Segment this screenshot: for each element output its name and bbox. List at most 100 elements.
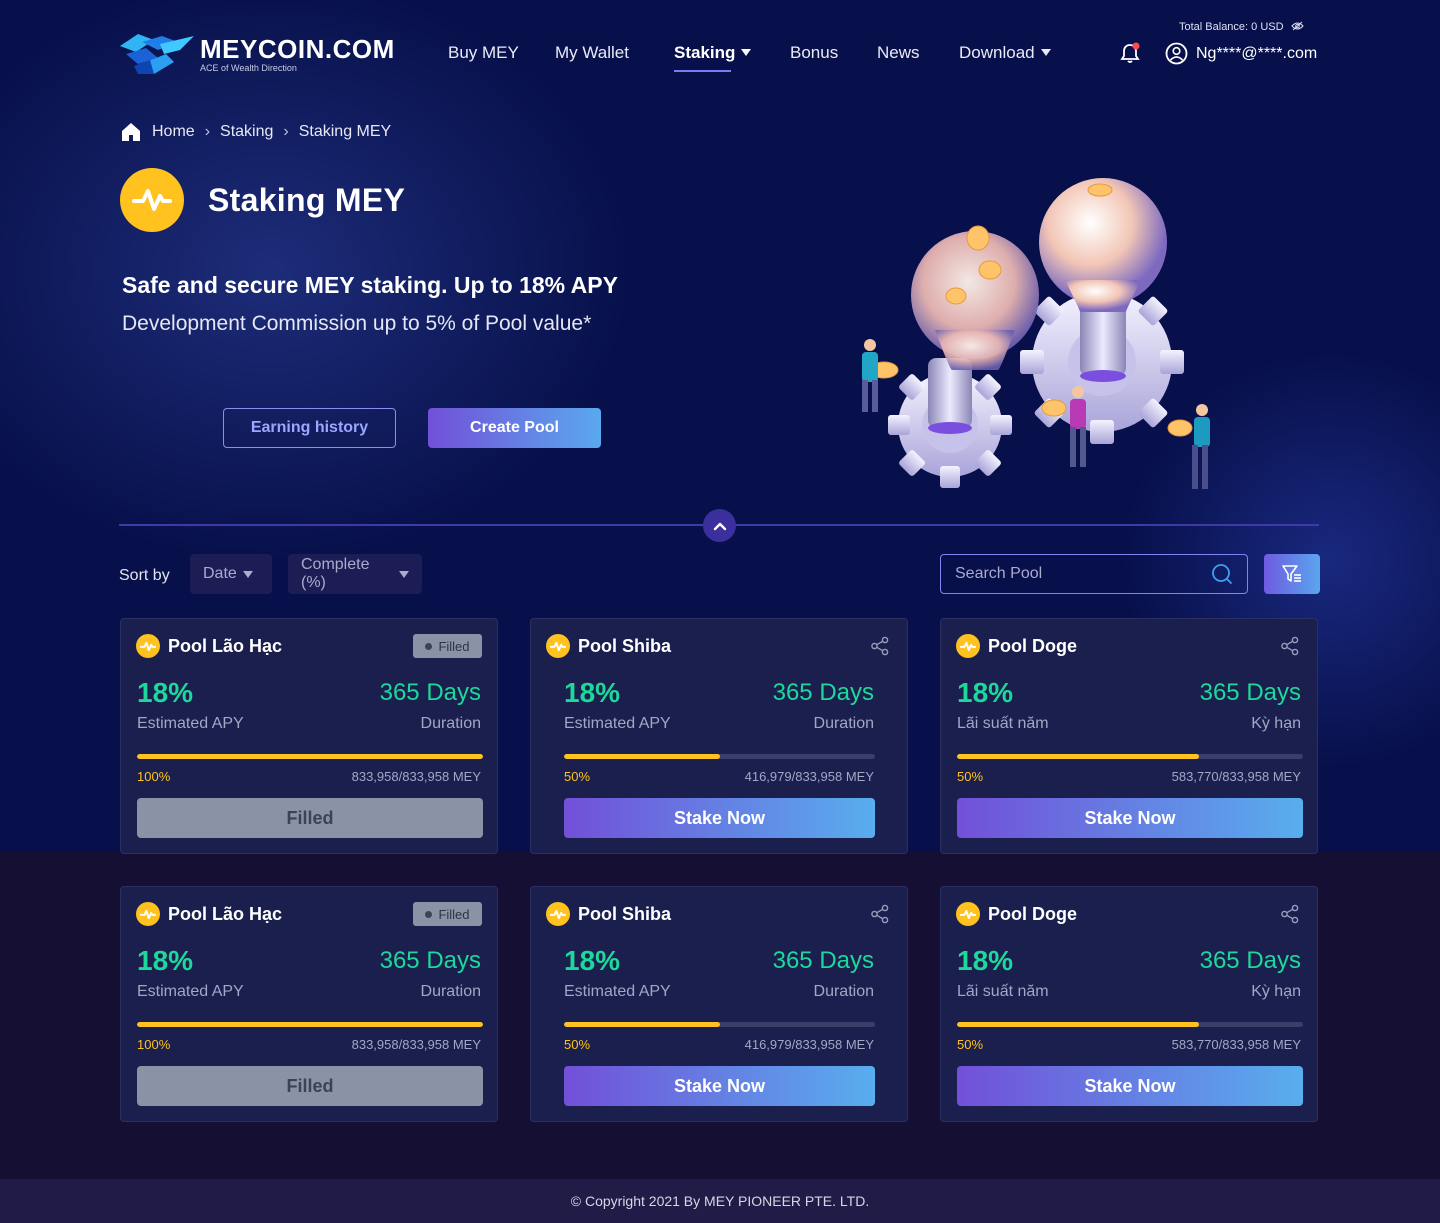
progress-bar: [957, 754, 1303, 759]
duration-label: Kỳ hạn: [1251, 983, 1301, 1000]
status-dot: [425, 910, 433, 918]
progress-bar: [564, 1022, 875, 1027]
total-balance: Total Balance: 0 USD: [1179, 21, 1304, 33]
filter-icon: [1282, 565, 1301, 582]
pool-card: Pool Doge 18% 365 Days Lãi suất năm Kỳ h…: [940, 886, 1318, 1122]
eye-off-icon[interactable]: [1290, 21, 1304, 31]
apy-label: Estimated APY: [137, 983, 244, 1000]
duration-label: Duration: [420, 983, 481, 1000]
chevron-right-icon: ›: [283, 122, 289, 140]
earning-history-button[interactable]: Earning history: [223, 408, 396, 448]
search-icon[interactable]: [1211, 563, 1233, 585]
mey-coin-icon: [136, 634, 160, 658]
progress-fill: [957, 754, 1200, 759]
duration-label: Duration: [420, 715, 481, 732]
filter-button[interactable]: [1264, 554, 1320, 594]
pool-action-button[interactable]: Stake Now: [564, 798, 875, 838]
progress-bar: [137, 754, 483, 759]
progress-percent: 100%: [137, 769, 171, 784]
apy-value: 18%: [137, 677, 194, 708]
duration-value: 365 Days: [772, 947, 874, 974]
filled-badge: Filled: [413, 902, 482, 926]
pool-name: Pool Doge: [988, 635, 1077, 656]
duration-value: 365 Days: [772, 679, 874, 706]
mey-coin-icon: [956, 634, 980, 658]
progress-bar: [137, 1022, 483, 1027]
duration-label: Duration: [813, 715, 874, 732]
bell-icon[interactable]: [1119, 42, 1141, 64]
brand-logo[interactable]: MEYCOIN.COM ACE of Wealth Direction: [120, 32, 395, 76]
pool-action-button[interactable]: Filled: [137, 1066, 483, 1106]
apy-value: 18%: [564, 945, 621, 976]
filled-badge: Filled: [413, 634, 482, 658]
balance-label: Total Balance:: [1179, 21, 1249, 33]
pool-action-button[interactable]: Stake Now: [957, 798, 1303, 838]
share-icon[interactable]: [870, 636, 890, 656]
duration-label: Kỳ hạn: [1251, 715, 1301, 732]
apy-label: Estimated APY: [564, 715, 671, 732]
pool-action-button[interactable]: Stake Now: [957, 1066, 1303, 1106]
select-value: Complete (%): [301, 556, 370, 591]
breadcrumb-staking[interactable]: Staking: [220, 123, 273, 141]
nav-label: Bonus: [790, 43, 839, 62]
pool-amount: 416,979/833,958 MEY: [744, 769, 874, 784]
share-icon[interactable]: [870, 904, 890, 924]
caret-down-icon: [1040, 49, 1051, 56]
search-input[interactable]: [955, 565, 1211, 583]
search-box: [940, 554, 1248, 594]
nav-label: Buy MEY: [448, 43, 519, 62]
pool-amount: 416,979/833,958 MEY: [744, 1037, 874, 1052]
user-icon: [1165, 42, 1188, 65]
brand-tagline: ACE of Wealth Direction: [200, 62, 297, 73]
pool-action-button[interactable]: Stake Now: [564, 1066, 875, 1106]
apy-value: 18%: [137, 945, 194, 976]
duration-value: 365 Days: [1199, 679, 1301, 706]
user-menu[interactable]: Ng****@****.com: [1165, 42, 1317, 65]
brand-name: MEYCOIN.COM: [200, 33, 395, 64]
pool-card-header: Pool Lão Hạc: [136, 902, 282, 926]
share-icon[interactable]: [1280, 904, 1300, 924]
sort-date-select[interactable]: Date: [190, 554, 272, 594]
mey-coin-icon: [956, 902, 980, 926]
collapse-button[interactable]: [703, 509, 736, 542]
nav-label: Staking: [674, 43, 736, 62]
mey-coin-icon: [120, 168, 184, 232]
nav-staking[interactable]: Staking: [674, 43, 752, 72]
duration-value: 365 Days: [379, 947, 481, 974]
share-icon[interactable]: [1280, 636, 1300, 656]
copyright-text: © Copyright 2021 By MEY PIONEER PTE. LTD…: [570, 1193, 870, 1209]
pool-name: Pool Doge: [988, 903, 1077, 924]
nav-bonus[interactable]: Bonus: [790, 43, 838, 63]
mey-coin-icon: [136, 902, 160, 926]
footer: © Copyright 2021 By MEY PIONEER PTE. LTD…: [0, 1179, 1440, 1223]
badge-label: Filled: [438, 906, 470, 922]
nav-my-wallet[interactable]: My Wallet: [555, 43, 629, 63]
nav-news[interactable]: News: [877, 43, 920, 63]
apy-label: Lãi suất năm: [957, 983, 1049, 1000]
pool-action-button[interactable]: Filled: [137, 798, 483, 838]
duration-label: Duration: [813, 983, 874, 1000]
select-value: Date: [203, 565, 237, 582]
pool-card: Pool Lão Hạc Filled 18% 365 Days Estimat…: [120, 618, 498, 854]
pool-card-header: Pool Doge: [956, 902, 1077, 926]
breadcrumb-home[interactable]: Home: [152, 123, 195, 141]
apy-label: Lãi suất năm: [957, 715, 1049, 732]
nav-label: News: [877, 43, 920, 62]
progress-percent: 50%: [564, 1037, 591, 1052]
sort-complete-select[interactable]: Complete (%): [288, 554, 422, 594]
nav-download[interactable]: Download: [959, 43, 1051, 63]
pool-card-header: Pool Shiba: [546, 902, 671, 926]
nav-buy-mey[interactable]: Buy MEY: [448, 43, 519, 63]
create-pool-button[interactable]: Create Pool: [428, 408, 601, 448]
pool-name: Pool Lão Hạc: [168, 635, 283, 656]
progress-percent: 50%: [957, 769, 984, 784]
apy-label: Estimated APY: [564, 983, 671, 1000]
hero-tagline: Safe and secure MEY staking. Up to 18% A…: [122, 272, 618, 298]
home-icon[interactable]: [120, 121, 142, 142]
sort-label: Sort by: [119, 567, 170, 584]
progress-bar: [564, 754, 875, 759]
pool-card-header: Pool Shiba: [546, 634, 671, 658]
pool-card: Pool Lão Hạc Filled 18% 365 Days Estimat…: [120, 886, 498, 1122]
pool-amount: 583,770/833,958 MEY: [1171, 769, 1301, 784]
hero-subline: Development Commission up to 5% of Pool …: [122, 312, 592, 335]
